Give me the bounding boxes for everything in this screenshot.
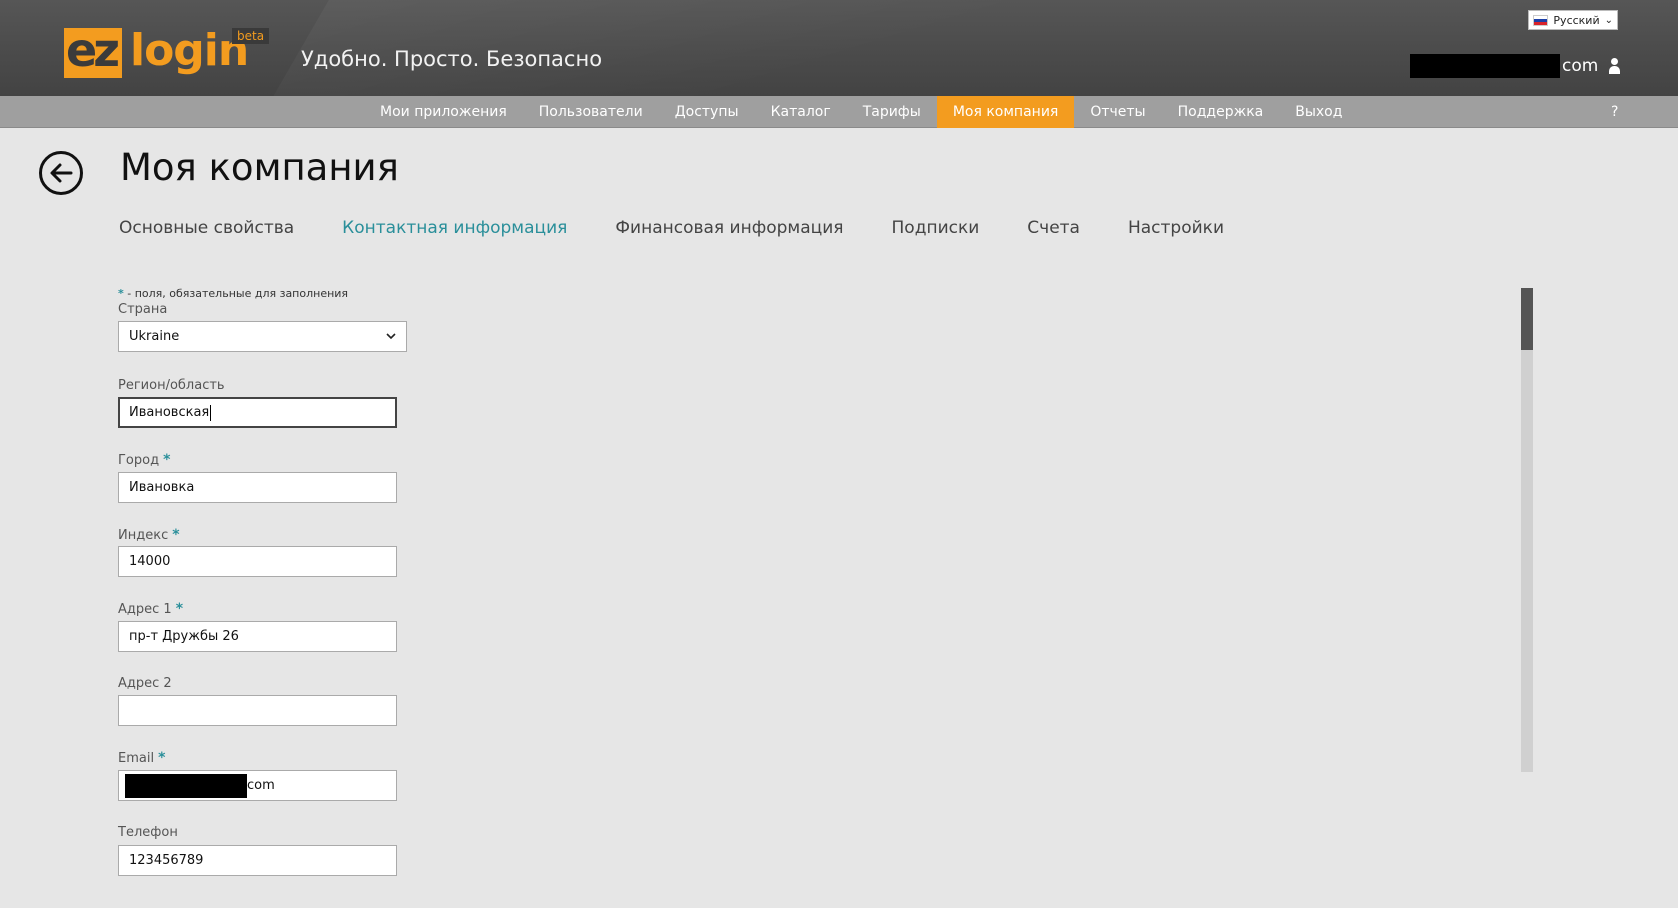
zip-label-text: Индекс: [118, 528, 169, 543]
phone-value: 123456789: [129, 853, 204, 868]
chevron-down-icon: ⌄: [1604, 14, 1613, 26]
zip-value: 14000: [129, 554, 171, 569]
chevron-down-icon: [386, 333, 396, 340]
address1-label: Адрес 1 *: [118, 601, 183, 617]
city-input[interactable]: Ивановка: [118, 472, 397, 503]
address2-label-text: Адрес 2: [118, 676, 172, 691]
section-tabs: Основные свойства Контактная информация Фи…: [119, 214, 1224, 244]
back-arrow-icon: [50, 163, 73, 183]
nav-item[interactable]: Тарифы: [847, 96, 937, 128]
phone-input[interactable]: 123456789: [118, 845, 397, 876]
redacted-email: [125, 773, 247, 798]
city-label: Город *: [118, 452, 170, 468]
user-email-suffix: com: [1562, 56, 1599, 76]
region-value: Ивановская: [129, 405, 210, 420]
region-input[interactable]: Ивановская: [118, 397, 397, 428]
city-label-text: Город: [118, 453, 160, 468]
redacted-user-email: [1410, 54, 1560, 78]
tab[interactable]: Основные свойства: [119, 214, 294, 244]
header: ez login beta Удобно. Просто. Безопасно …: [0, 0, 1678, 96]
address1-value: пр-т Дружбы 26: [129, 629, 239, 644]
required-fields-note: * - поля, обязательные для заполнения: [118, 287, 348, 300]
text-caret: [210, 404, 212, 421]
logo-beta-badge: beta: [232, 28, 270, 44]
address1-label-text: Адрес 1: [118, 602, 172, 617]
nav-item[interactable]: Мои приложения: [364, 96, 523, 128]
tab[interactable]: Подписки: [892, 214, 980, 244]
zip-input[interactable]: 14000: [118, 546, 397, 577]
tab[interactable]: Счета: [1027, 214, 1080, 244]
phone-label-text: Телефон: [118, 825, 178, 840]
nav-item[interactable]: Доступы: [659, 96, 755, 128]
logo-wordmark: login: [130, 25, 249, 76]
tab[interactable]: Настройки: [1128, 214, 1224, 244]
country-label: Страна: [118, 302, 167, 317]
nav-item[interactable]: Отчеты: [1074, 96, 1161, 128]
address2-input[interactable]: [118, 695, 397, 726]
country-label-text: Страна: [118, 302, 168, 317]
address2-label: Адрес 2: [118, 676, 172, 691]
tab[interactable]: Финансовая информация: [615, 214, 843, 244]
scrollbar-track[interactable]: [1521, 288, 1533, 772]
country-select[interactable]: Ukraine: [118, 321, 407, 352]
required-star: *: [172, 527, 180, 543]
page-title: Моя компания: [120, 146, 399, 189]
country-value: Ukraine: [129, 329, 180, 344]
language-selector[interactable]: Русский ⌄: [1528, 10, 1618, 30]
region-label: Регион/область: [118, 378, 225, 393]
nav-item[interactable]: Поддержка: [1162, 96, 1280, 128]
tab[interactable]: Контактная информация: [342, 214, 567, 244]
scrollbar-thumb[interactable]: [1521, 288, 1533, 350]
nav-item[interactable]: Каталог: [755, 96, 847, 128]
user-icon: [1608, 58, 1621, 74]
logo-mark: ez: [64, 28, 122, 78]
required-star: *: [163, 452, 171, 468]
required-star: *: [175, 601, 184, 617]
flag-ru-icon: [1533, 14, 1549, 26]
nav-item[interactable]: Моя компания: [936, 96, 1075, 128]
user-menu[interactable]: com: [1410, 54, 1621, 78]
back-button[interactable]: [39, 151, 83, 195]
required-note-text: - поля, обязательные для заполнения: [123, 287, 349, 300]
help-link[interactable]: ?: [1611, 96, 1618, 128]
tagline: Удобно. Просто. Безопасно: [301, 47, 603, 71]
nav-items: Мои приложения Пользователи Доступы Каталог…: [364, 96, 1358, 128]
email-input[interactable]: com: [118, 770, 397, 801]
email-label-text: Email: [118, 751, 155, 766]
main-nav: Мои приложения Пользователи Доступы Каталог…: [0, 96, 1678, 128]
city-value: Ивановка: [129, 480, 195, 495]
nav-item[interactable]: Пользователи: [523, 96, 659, 128]
zip-label: Индекс *: [118, 527, 180, 543]
required-star: *: [158, 750, 166, 766]
language-label: Русский: [1553, 13, 1600, 27]
email-suffix: com: [247, 778, 275, 793]
email-label: Email *: [118, 750, 165, 766]
address1-input[interactable]: пр-т Дружбы 26: [118, 621, 397, 652]
phone-label: Телефон: [118, 825, 178, 840]
nav-item[interactable]: Выход: [1279, 96, 1358, 128]
region-label-text: Регион/область: [118, 378, 225, 393]
